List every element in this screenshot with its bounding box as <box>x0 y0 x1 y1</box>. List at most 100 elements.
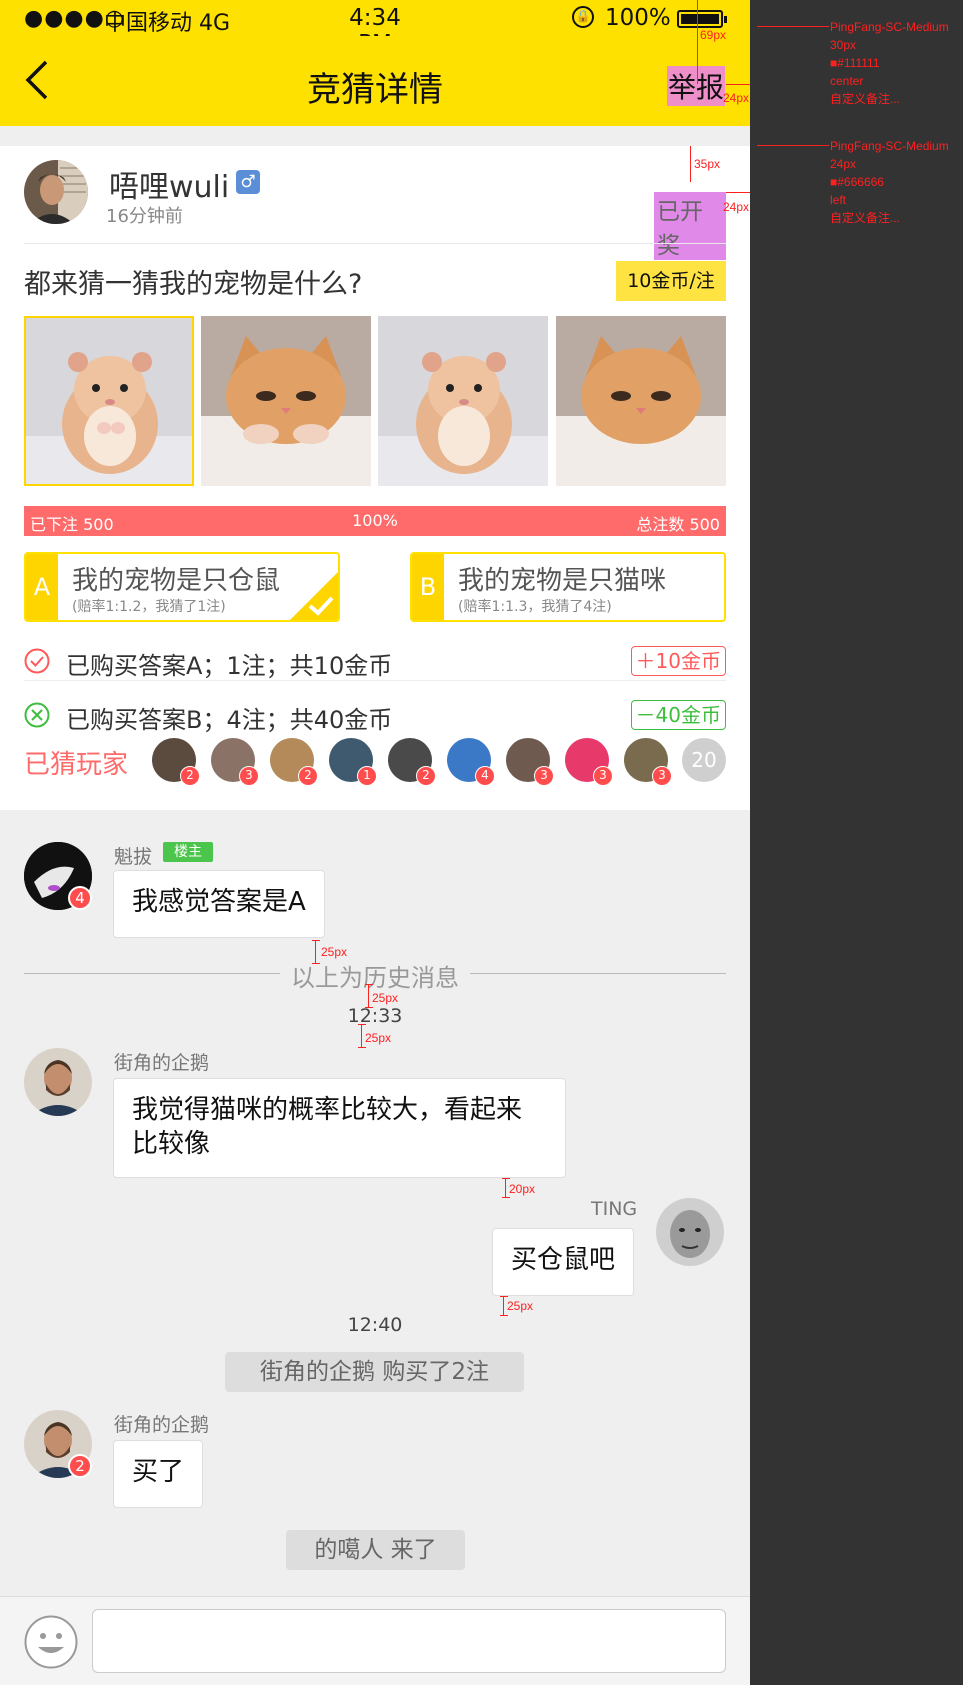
owner-badge: 楼主 <box>163 842 213 862</box>
purchase-row-b: 已购买答案B；4注；共40金币 －40金币 <box>24 690 726 742</box>
question-text: 都来猜一猜我的宠物是什么? <box>24 269 363 300</box>
option-b[interactable]: B 我的宠物是只猫咪 (赔率1:1.3，我猜了4注) <box>410 552 726 622</box>
report-button[interactable]: 举报 <box>667 66 726 106</box>
kitten-photo[interactable] <box>556 316 726 486</box>
username: 唔哩wuli <box>109 170 230 205</box>
annotation-gap: 25px <box>321 945 348 959</box>
rotation-lock-icon: 🔒 <box>572 6 594 28</box>
status-bar: ●●●●○ 中国移动 4G 4:34 PM 🔒 100% <box>0 0 750 57</box>
bet-percent: 100% <box>352 511 398 530</box>
sender-name: 魁拔 <box>114 846 153 868</box>
timestamp: 12:33 <box>347 1005 403 1027</box>
player-avatar[interactable]: 3 <box>565 738 613 786</box>
annotation-gap: 25px <box>365 1031 392 1045</box>
purchase-text: 已购买答案B；4注；共40金币 <box>66 706 393 734</box>
annotation-line <box>697 0 698 84</box>
bet-count-badge: 4 <box>68 886 92 910</box>
chat-message: 4 魁拔 楼主 我感觉答案是A <box>24 842 724 942</box>
player-avatar[interactable]: 4 <box>447 738 495 786</box>
purchase-text: 已购买答案A；1注；共10金币 <box>66 652 393 680</box>
page-title: 竞猜详情 <box>307 70 443 110</box>
annotation-line <box>726 84 750 85</box>
option-odds: (赔率1:1.3，我猜了4注) <box>458 599 612 615</box>
player-avatar[interactable]: 3 <box>506 738 554 786</box>
spacing-mark <box>312 940 320 964</box>
annotation-align: left <box>830 193 847 207</box>
message-input[interactable] <box>92 1609 726 1673</box>
annotation-gap: 24px <box>723 91 750 105</box>
chat-message-self: TING 买仓鼠吧 <box>490 1198 726 1298</box>
battery-icon <box>677 10 727 28</box>
annotation-spec: PingFang-SC-Medium 30px ■#111111 center … <box>830 18 963 108</box>
kitten-photo[interactable] <box>201 316 371 486</box>
more-players-button[interactable]: 20 <box>682 738 726 782</box>
coin-gain-badge: ＋10金币 <box>630 646 726 676</box>
bet-count-badge: 1 <box>357 766 377 786</box>
message-bubble: 我觉得猫咪的概率比较大，看起来比较像 <box>113 1078 566 1178</box>
annotation-font: PingFang-SC-Medium <box>830 20 949 34</box>
guess-card: 唔哩wuli ♂ 16分钟前 已开奖 都来猜一猜我的宠物是什么? 10金币/注 <box>0 146 750 810</box>
message-bubble: 买了 <box>113 1440 204 1508</box>
carrier-label: 中国移动 4G <box>104 11 231 36</box>
annotation-gap: 25px <box>372 991 399 1005</box>
annotation-font: PingFang-SC-Medium <box>830 139 949 153</box>
check-circle-icon <box>24 648 50 674</box>
option-title: 我的宠物是只仓鼠 <box>72 566 281 596</box>
player-avatar[interactable]: 2 <box>388 738 436 786</box>
battery-percent: 100% <box>605 5 671 31</box>
message-bubble: 我感觉答案是A <box>113 870 325 938</box>
avatar[interactable] <box>656 1198 724 1266</box>
timestamp: 12:40 <box>347 1314 403 1336</box>
total-bets: 总注数 500 <box>636 515 720 534</box>
hamster-photo[interactable] <box>24 316 194 486</box>
annotation-line <box>726 192 750 193</box>
player-avatar[interactable]: 3 <box>211 738 259 786</box>
divider <box>24 680 726 681</box>
annotation-align: center <box>830 74 864 88</box>
chat-message: 2 街角的企鹅 买了 <box>24 1410 724 1510</box>
player-avatar[interactable]: 2 <box>152 738 200 786</box>
post-time: 16分钟前 <box>106 206 183 227</box>
bet-count-badge: 3 <box>652 766 672 786</box>
x-circle-icon <box>24 702 50 728</box>
sender-name: 街角的企鹅 <box>114 1414 210 1436</box>
player-avatar[interactable]: 1 <box>329 738 377 786</box>
author-header: 唔哩wuli ♂ 16分钟前 已开奖 <box>24 160 726 260</box>
coin-loss-badge: －40金币 <box>630 700 726 730</box>
option-odds: (赔率1:1.2，我猜了1注) <box>72 599 226 615</box>
chat-message: 街角的企鹅 我觉得猫咪的概率比较大，看起来比较像 <box>24 1048 724 1178</box>
system-notice: 的噶人 来了 <box>286 1530 465 1570</box>
annotation-gap: 20px <box>509 1182 536 1196</box>
players-row: 已猜玩家 2 3 2 1 2 4 3 3 3 20 <box>24 738 726 788</box>
emoji-icon[interactable] <box>24 1615 78 1669</box>
player-avatar[interactable]: 2 <box>270 738 318 786</box>
annotation-size: 24px <box>830 157 857 171</box>
price-badge: 10金币/注 <box>616 261 726 301</box>
bet-count-badge: 2 <box>416 766 436 786</box>
app-screen: ●●●●○ 中国移动 4G 4:34 PM 🔒 100% 竞猜详情 举报 <box>0 0 750 1685</box>
avatar[interactable] <box>24 160 88 224</box>
history-label: 以上为历史消息 <box>280 958 470 993</box>
avatar[interactable] <box>24 1048 92 1116</box>
option-letter: A <box>26 554 58 620</box>
player-avatar[interactable]: 3 <box>624 738 672 786</box>
sender-name: 街角的企鹅 <box>114 1052 210 1074</box>
status-label: 已开奖 <box>654 192 726 260</box>
annotation-note: 自定义备注... <box>830 92 901 106</box>
bet-count-badge: 3 <box>239 766 259 786</box>
male-icon: ♂ <box>236 170 260 194</box>
annotation-color: ■#666666 <box>830 175 884 189</box>
annotation-gap: 24px <box>723 200 750 214</box>
bet-count-badge: 2 <box>298 766 318 786</box>
annotation-gap: 25px <box>507 1299 534 1313</box>
annotation-line <box>757 26 829 27</box>
option-title: 我的宠物是只猫咪 <box>458 566 667 596</box>
system-notice: 街角的企鹅 购买了2注 <box>225 1352 524 1392</box>
hamster-photo[interactable] <box>378 316 548 486</box>
nav-bar: 竞猜详情 举报 <box>0 36 750 126</box>
option-a[interactable]: A 我的宠物是只仓鼠 (赔率1:1.2，我猜了1注) <box>24 552 340 622</box>
annotation-line <box>690 146 691 182</box>
bet-count-badge: 3 <box>534 766 554 786</box>
bet-count-badge: 2 <box>180 766 200 786</box>
annotation-note: 自定义备注... <box>830 211 901 225</box>
